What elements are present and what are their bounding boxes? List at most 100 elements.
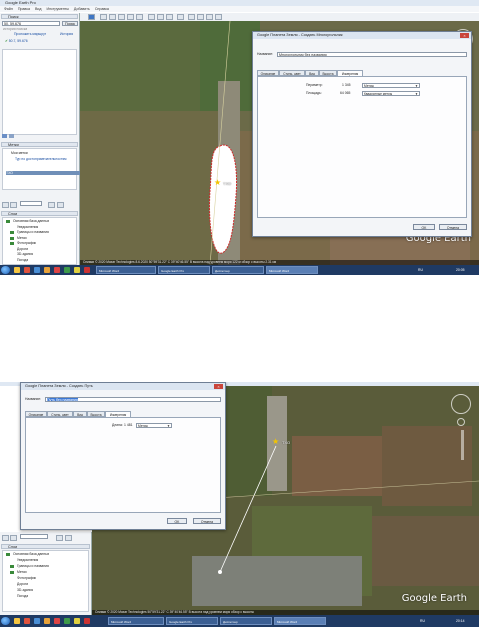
- layer-item[interactable]: Основная база данных: [13, 552, 49, 556]
- history-icon[interactable]: [148, 14, 155, 20]
- places-header[interactable]: Метки: [1, 142, 78, 147]
- opera-icon[interactable]: [84, 267, 90, 273]
- ok-button[interactable]: OK: [413, 224, 435, 230]
- maps-icon[interactable]: [215, 14, 222, 20]
- task-google-earth[interactable]: Google Earth Pro: [158, 266, 210, 274]
- polygon-icon[interactable]: [109, 14, 116, 20]
- layer-item[interactable]: Уведомления: [17, 225, 38, 229]
- ruler-icon[interactable]: [177, 14, 184, 20]
- layer-item[interactable]: Границы и названия: [17, 564, 49, 568]
- close-icon[interactable]: ×: [460, 33, 469, 38]
- up-icon[interactable]: [48, 202, 55, 208]
- checkbox-icon[interactable]: [10, 236, 14, 240]
- placemark-icon[interactable]: [100, 14, 107, 20]
- app-icon[interactable]: [64, 267, 70, 273]
- history-link[interactable]: История: [60, 32, 73, 36]
- name-field[interactable]: Многоугольник без названия: [277, 52, 467, 57]
- search-input[interactable]: 50, 59.676: [2, 21, 60, 26]
- route-link[interactable]: Проложить маршрут: [14, 32, 46, 36]
- close-icon[interactable]: ×: [214, 384, 223, 389]
- menu-help[interactable]: Справка: [95, 7, 109, 11]
- places-item-selected[interactable]: ТХО: [6, 171, 80, 175]
- ie-icon[interactable]: [34, 618, 40, 624]
- browser-icon[interactable]: [24, 267, 30, 273]
- ie-icon[interactable]: [34, 267, 40, 273]
- search-icon[interactable]: [2, 535, 9, 541]
- path-endpoint[interactable]: [218, 570, 222, 574]
- sun-icon[interactable]: [157, 14, 164, 20]
- start-icon[interactable]: [1, 617, 10, 625]
- planets-icon[interactable]: [166, 14, 173, 20]
- menu-edit[interactable]: Правка: [18, 7, 30, 11]
- task-word[interactable]: Microsoft Word: [96, 266, 156, 274]
- checkbox-icon[interactable]: [10, 242, 14, 245]
- layers-header[interactable]: Слои: [1, 211, 78, 216]
- task-google-earth[interactable]: Google Earth Pro: [166, 617, 218, 625]
- up-icon[interactable]: [56, 535, 63, 541]
- layer-item[interactable]: 3D-здания: [17, 588, 33, 592]
- media-icon[interactable]: [44, 267, 50, 273]
- layer-item[interactable]: Границы и названия: [17, 230, 49, 234]
- folder-icon[interactable]: [74, 618, 80, 624]
- ok-button[interactable]: OK: [167, 518, 187, 524]
- explorer-icon[interactable]: [14, 267, 20, 273]
- path-icon[interactable]: [118, 14, 125, 20]
- task-word-2[interactable]: Microsoft Word: [266, 266, 318, 274]
- menu-file[interactable]: Файл: [4, 7, 13, 11]
- checkbox-icon[interactable]: [10, 565, 14, 568]
- overlay-icon[interactable]: [127, 14, 134, 20]
- layout-icon[interactable]: [10, 535, 17, 541]
- layer-item[interactable]: 3D-здания: [17, 252, 33, 256]
- explorer-icon[interactable]: [14, 618, 20, 624]
- language-indicator[interactable]: RU: [420, 615, 425, 627]
- search-header[interactable]: Поиск: [1, 14, 78, 19]
- start-icon[interactable]: [1, 266, 10, 274]
- app-icon[interactable]: [64, 618, 70, 624]
- placemark-pin-icon[interactable]: ★: [272, 438, 279, 446]
- yandex-icon[interactable]: [54, 267, 60, 273]
- layers-header[interactable]: Слои: [1, 544, 90, 549]
- layout-icon[interactable]: [10, 202, 17, 208]
- copy-icon[interactable]: [9, 134, 14, 138]
- clock[interactable]: 20:05: [456, 265, 465, 275]
- places-item[interactable]: Мои метки: [11, 151, 28, 155]
- placemark-label[interactable]: ТХО: [223, 181, 231, 186]
- placemark-label[interactable]: ТХО: [282, 440, 290, 445]
- compass-icon[interactable]: [451, 394, 471, 414]
- email-icon[interactable]: [188, 14, 195, 20]
- area-unit-select[interactable]: Квадратные метры ▼: [362, 91, 420, 96]
- layer-item[interactable]: Погода: [17, 258, 28, 262]
- opacity-field[interactable]: [20, 534, 48, 539]
- print-icon[interactable]: [197, 14, 204, 20]
- sidebar-toggle-icon[interactable]: [88, 14, 95, 20]
- menu-view[interactable]: Вид: [35, 7, 42, 11]
- search-button[interactable]: Поиск: [62, 21, 78, 26]
- zoom-slider[interactable]: [461, 430, 464, 460]
- browser-icon[interactable]: [24, 618, 30, 624]
- task-manager[interactable]: Диспетчер: [220, 617, 272, 625]
- task-word-2[interactable]: Microsoft Word: [274, 617, 326, 625]
- cancel-button[interactable]: Отмена: [439, 224, 467, 230]
- perimeter-unit-select[interactable]: Метры ▼: [362, 83, 420, 88]
- search-icon[interactable]: [2, 202, 9, 208]
- yandex-icon[interactable]: [54, 618, 60, 624]
- name-field[interactable]: Путь без названия: [45, 397, 221, 402]
- save-image-icon[interactable]: [206, 14, 213, 20]
- task-manager[interactable]: Диспетчер: [212, 266, 264, 274]
- layer-item[interactable]: Фотографии: [17, 576, 36, 580]
- layer-item[interactable]: Погода: [17, 594, 28, 598]
- tour-icon[interactable]: [136, 14, 143, 20]
- down-icon[interactable]: [57, 202, 64, 208]
- measured-path[interactable]: [219, 445, 277, 573]
- checkbox-icon[interactable]: [10, 231, 14, 234]
- checkbox-icon[interactable]: [10, 571, 14, 574]
- search-result[interactable]: ✔ 50.7, 59.676: [5, 39, 28, 43]
- folder-icon[interactable]: [74, 267, 80, 273]
- language-indicator[interactable]: RU: [418, 265, 423, 275]
- street-view-icon[interactable]: [457, 418, 465, 426]
- down-icon[interactable]: [65, 535, 72, 541]
- layer-item[interactable]: Метки: [17, 236, 27, 240]
- task-word[interactable]: Microsoft Word: [108, 617, 164, 625]
- placemark-pin-icon[interactable]: ★: [214, 179, 221, 187]
- layer-item[interactable]: Уведомления: [17, 558, 38, 562]
